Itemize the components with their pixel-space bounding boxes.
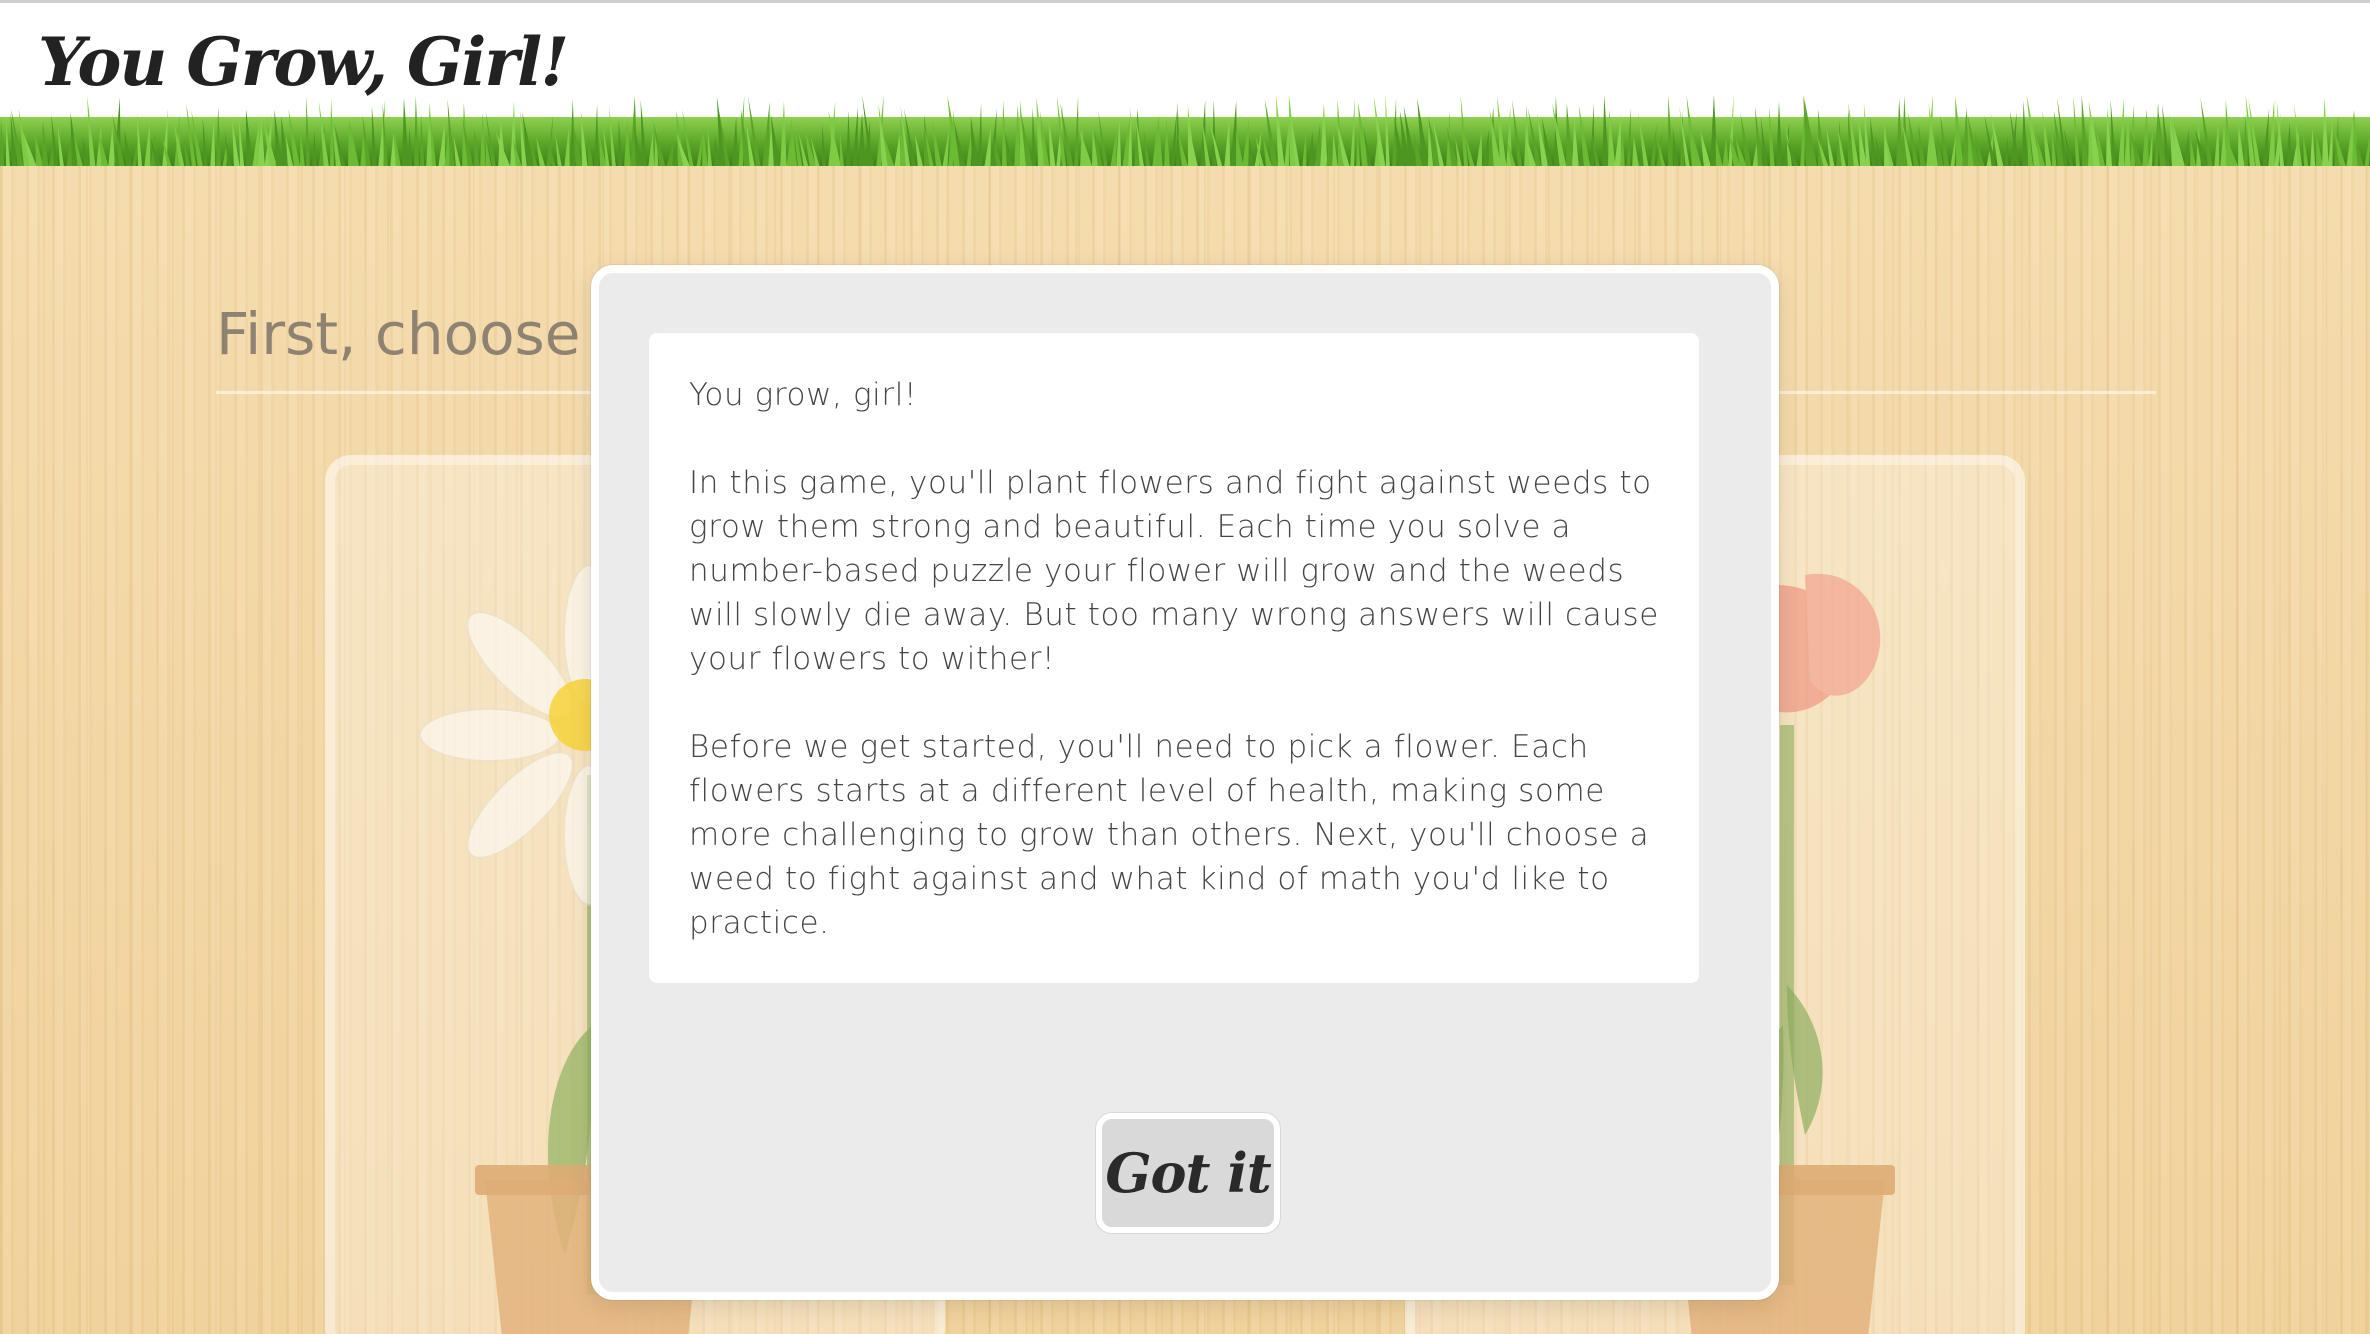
dialog-greeting: You grow, girl!: [689, 377, 917, 413]
modal-overlay: You grow, girl! In this game, you'll pla…: [0, 0, 2370, 1334]
dialog-paragraph-setup: Before we get started, you'll need to pi…: [689, 729, 1650, 941]
dialog-content: You grow, girl! In this game, you'll pla…: [649, 333, 1699, 983]
dialog-paragraph-rules: In this game, you'll plant flowers and f…: [689, 465, 1659, 677]
got-it-button[interactable]: Got it: [1096, 1113, 1280, 1233]
intro-dialog: You grow, girl! In this game, you'll pla…: [591, 265, 1779, 1300]
